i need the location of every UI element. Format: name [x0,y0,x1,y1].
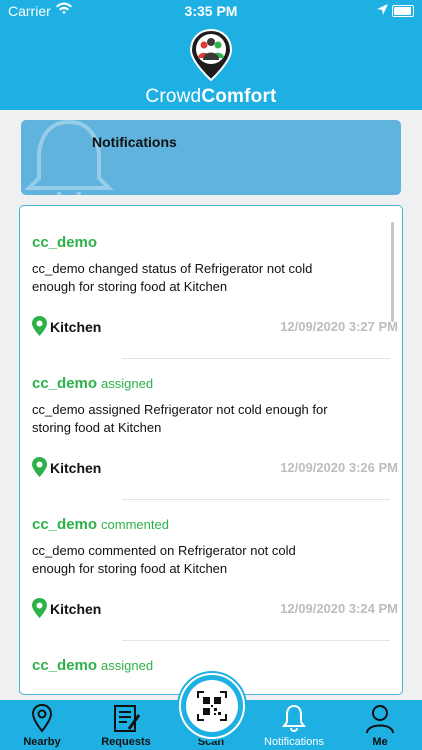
banner-title: Notifications [92,134,177,150]
notification-user: cc_demo assigned [32,375,154,392]
tab-requests[interactable]: Requests [92,700,160,750]
notification-message: cc_demo commented on Refrigerator not co… [32,543,296,576]
tab-label: Requests [101,736,151,748]
notification-action: commented [101,517,169,532]
tab-nearby[interactable]: Nearby [8,700,76,750]
notification-item[interactable]: cc_demo commented cc_demo commented on Re… [20,488,402,641]
notification-date: 12/09/2020 3:24 PM [280,601,398,616]
notification-message: cc_demo changed status of Refrigerator n… [32,261,313,294]
user-icon [366,705,394,734]
notification-date: 12/09/2020 3:26 PM [280,460,398,475]
brand-name: CrowdComfort [0,86,422,108]
tab-label: Notifications [264,736,324,748]
map-pin-icon [32,598,47,618]
crowdcomfort-logo-icon [189,28,233,82]
notification-action: assigned [101,658,154,673]
brand-bold: Comfort [201,86,277,107]
status-bar: Carrier 3:35 PM [0,0,422,22]
location-arrow-icon [377,4,388,15]
qr-code-icon [197,691,227,721]
app-header: CrowdComfort [0,22,422,110]
tab-label: Nearby [23,736,61,748]
notification-date: 12/09/2020 3:27 PM [280,319,398,334]
notification-location: Kitchen [50,319,102,335]
notification-location: Kitchen [50,601,102,617]
notifications-banner: Notifications [21,120,401,195]
notification-action: assigned [101,376,154,391]
bell-icon [282,704,306,732]
notification-list[interactable]: cc_demo cc_demo changed status of Refrig… [19,205,403,695]
notification-location: Kitchen [50,460,102,476]
notification-user: cc_demo assigned [32,657,154,674]
tab-notifications[interactable]: Notifications [258,700,330,750]
tab-label: Me [372,736,388,748]
scan-button[interactable] [179,673,245,739]
bell-icon [24,120,114,195]
battery-icon [392,5,414,17]
scan-button-face [186,680,238,732]
clipboard-icon [114,705,141,732]
notification-message: cc_demo assigned Refrigerator not cold e… [32,402,328,435]
notification-user: cc_demo commented [32,516,169,533]
clock: 3:35 PM [184,3,238,19]
map-pin-icon [32,316,47,336]
notification-user: cc_demo [32,234,98,251]
notification-item[interactable]: cc_demo cc_demo changed status of Refrig… [20,206,402,359]
brand-prefix: Crowd [145,86,202,107]
tab-me[interactable]: Me [346,700,414,750]
map-pin-icon [32,457,47,477]
notification-item[interactable]: cc_demo assigned cc_demo assigned Refrige… [20,347,402,500]
map-pin-icon [31,703,53,733]
